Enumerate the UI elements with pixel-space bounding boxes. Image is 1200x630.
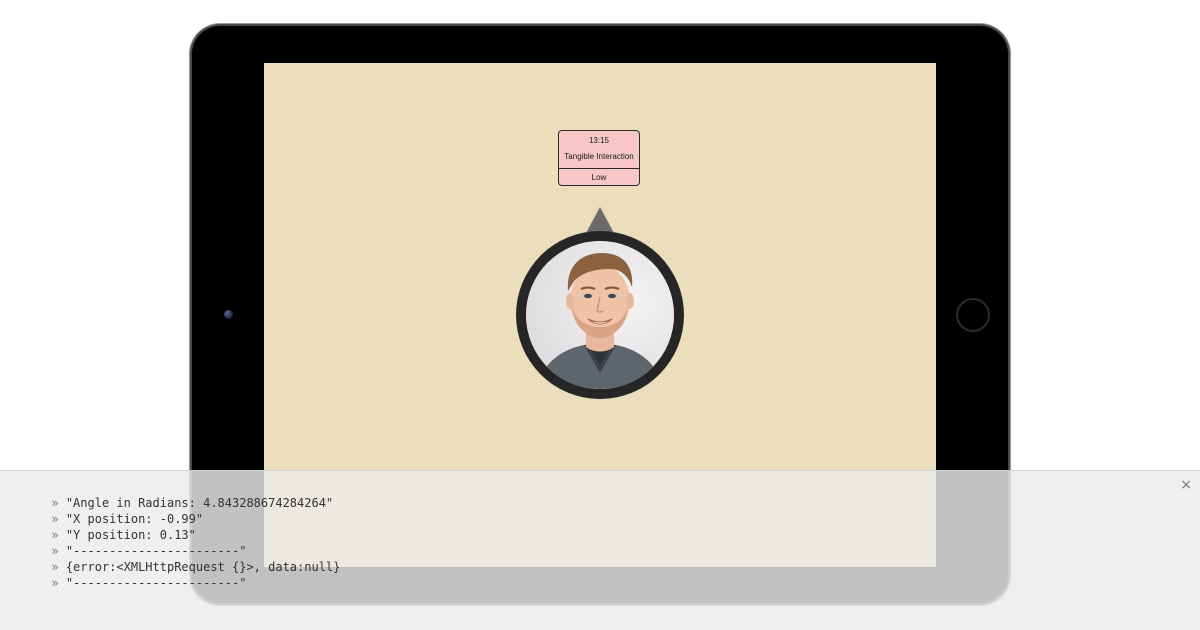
stage: 13:15 Tangible Interaction Low × » "Angl… [0, 0, 1200, 630]
card-divider [559, 168, 639, 169]
console-line: » "-----------------------" [8, 559, 246, 590]
debug-console: × » "Angle in Radians: 4.843288674284264… [0, 470, 1200, 630]
event-time: 13:15 [588, 136, 610, 145]
console-line: » {error:<XMLHttpRequest {}>, data:null} [8, 543, 340, 574]
console-prompt: » [51, 576, 59, 590]
console-line: » "Angle in Radians: 4.843288674284264" [8, 479, 333, 510]
console-line: » "Y position: 0.13" [8, 511, 196, 542]
event-title: Tangible Interaction [564, 152, 634, 161]
event-priority: Low [591, 173, 607, 182]
console-line: » "-----------------------" [8, 527, 246, 558]
front-camera-icon [224, 310, 233, 319]
event-card[interactable]: 13:15 Tangible Interaction Low [558, 130, 640, 186]
console-line-text: "-----------------------" [65, 576, 247, 590]
user-avatar[interactable] [526, 241, 674, 389]
close-icon[interactable]: × [1180, 477, 1192, 493]
console-line: » "X position: -0.99" [8, 495, 203, 526]
home-button-icon[interactable] [956, 298, 990, 332]
triangle-up-pointer-icon [586, 207, 614, 233]
avatar-photo-icon [526, 241, 674, 389]
